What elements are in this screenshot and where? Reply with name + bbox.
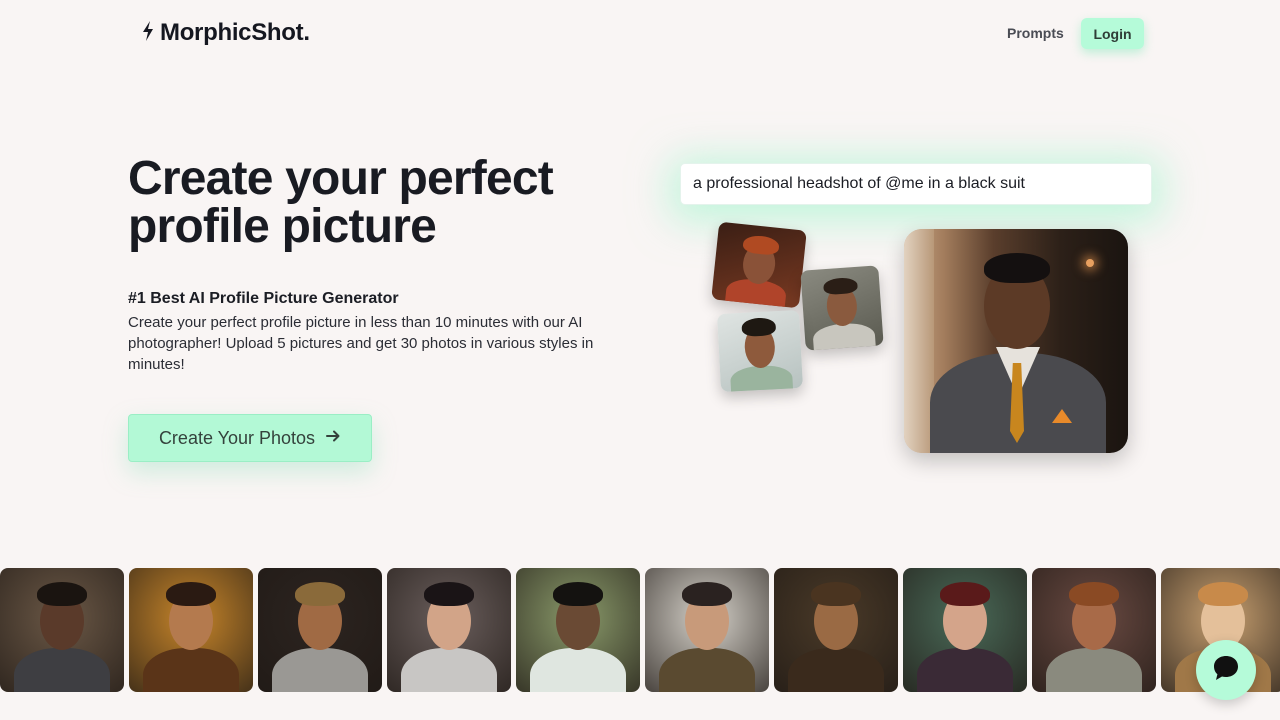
hero-subtitle: #1 Best AI Profile Picture Generator xyxy=(128,290,399,307)
nav-link-prompts[interactable]: Prompts xyxy=(1007,25,1064,41)
hero-title: Create your perfect profile picture xyxy=(128,155,648,251)
input-photo-1 xyxy=(711,221,807,309)
input-photo-2 xyxy=(800,265,884,351)
top-nav: MorphicShot. Prompts Login xyxy=(0,0,1280,68)
gallery-strip xyxy=(0,568,1280,692)
input-photo-3 xyxy=(717,309,803,393)
gallery-photo-warrior-woman xyxy=(129,568,253,692)
gallery-photo-suit-man xyxy=(0,568,124,692)
login-button[interactable]: Login xyxy=(1081,18,1144,49)
hero-title-line2: profile picture xyxy=(128,200,437,253)
gallery-photo-rugged-man xyxy=(774,568,898,692)
hero-title-line1: Create your perfect xyxy=(128,152,554,205)
gallery-photo-glasses-man xyxy=(1032,568,1156,692)
chat-widget-button[interactable] xyxy=(1196,640,1256,700)
gallery-photo-armored-man xyxy=(258,568,382,692)
logo-text: MorphicShot. xyxy=(160,19,310,46)
chat-bubble-icon xyxy=(1210,652,1242,689)
logo[interactable]: MorphicShot. xyxy=(140,19,310,47)
hero-description: Create your perfect profile picture in l… xyxy=(128,314,594,373)
prompt-example-field: a professional headshot of @me in a blac… xyxy=(680,163,1152,205)
lightning-bolt-icon xyxy=(140,20,156,47)
result-photo-headshot xyxy=(904,229,1128,453)
gallery-photo-painted-woman xyxy=(903,568,1027,692)
gallery-photo-space-man xyxy=(516,568,640,692)
arrow-right-icon xyxy=(325,428,341,449)
create-photos-label: Create Your Photos xyxy=(158,427,316,448)
gallery-photo-silver-woman xyxy=(387,568,511,692)
gallery-photo-asian-woman xyxy=(645,568,769,692)
create-photos-button[interactable]: Create Your Photos xyxy=(128,414,372,462)
